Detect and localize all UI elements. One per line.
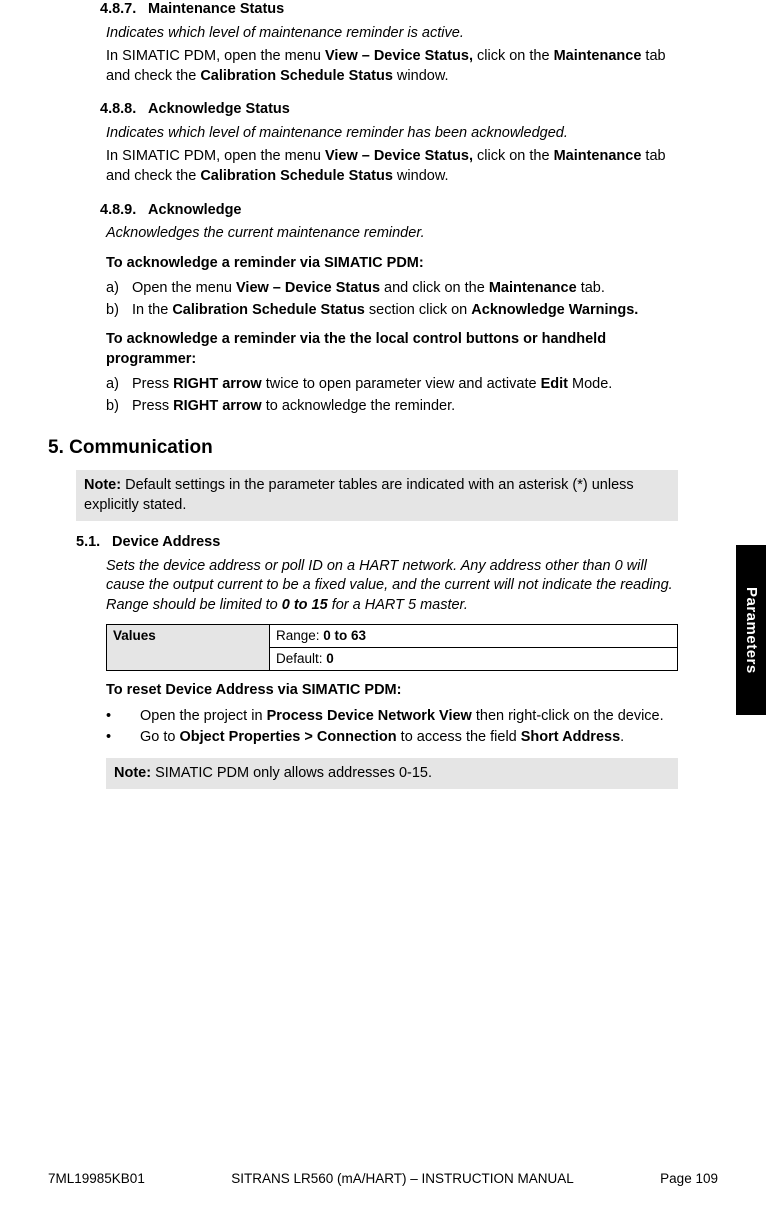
list-item: •Open the project in Process Device Netw… (106, 707, 678, 727)
values-header: Values (107, 624, 270, 670)
section-number: 5.1. (76, 533, 108, 553)
section-description: Indicates which level of maintenance rem… (106, 24, 678, 44)
footer-doc-title: SITRANS LR560 (mA/HART) – INSTRUCTION MA… (231, 1170, 574, 1188)
note-label: Note: (114, 765, 151, 781)
list-item: b)In the Calibration Schedule Status sec… (106, 301, 678, 321)
sub-heading-pdm: To acknowledge a reminder via SIMATIC PD… (106, 254, 678, 274)
values-table: Values Range: 0 to 63 Default: 0 (106, 624, 678, 671)
list-item: b)Press RIGHT arrow to acknowledge the r… (106, 397, 678, 417)
section-4-8-8: 4.8.8. Acknowledge Status (100, 100, 688, 120)
section-4-8-7: 4.8.7. Maintenance Status (100, 0, 688, 20)
sub-heading-reset: To reset Device Address via SIMATIC PDM: (106, 681, 688, 701)
side-tab-parameters: Parameters (736, 545, 766, 715)
footer-page-number: Page 109 (660, 1170, 718, 1188)
section-5-1: 5.1. Device Address Sets the device addr… (76, 533, 688, 789)
section-title: Maintenance Status (148, 1, 284, 17)
page-footer: 7ML19985KB01 SITRANS LR560 (mA/HART) – I… (48, 1170, 718, 1188)
section-description: Sets the device address or poll ID on a … (106, 557, 678, 616)
list-item: a)Press RIGHT arrow twice to open parame… (106, 375, 678, 395)
section-body: In SIMATIC PDM, open the menu View – Dev… (106, 147, 678, 186)
default-cell: Default: 0 (270, 647, 678, 670)
note-text: SIMATIC PDM only allows addresses 0-15. (151, 765, 432, 781)
section-title: Acknowledge (148, 202, 241, 218)
range-cell: Range: 0 to 63 (270, 624, 678, 647)
section-title: Acknowledge Status (148, 101, 290, 117)
sub-heading-local: To acknowledge a reminder via the the lo… (106, 330, 678, 369)
note-label: Note: (84, 477, 121, 493)
note-box: Note: Default settings in the parameter … (76, 470, 678, 521)
note-box: Note: SIMATIC PDM only allows addresses … (106, 758, 678, 790)
bullet-list: •Open the project in Process Device Netw… (106, 707, 678, 748)
list-item: •Go to Object Properties > Connection to… (106, 728, 678, 748)
ordered-list: a)Open the menu View – Device Status and… (106, 279, 678, 320)
section-title: Device Address (112, 534, 220, 550)
ordered-list: a)Press RIGHT arrow twice to open parame… (106, 375, 678, 416)
section-number: 4.8.9. (100, 201, 144, 221)
section-description: Acknowledges the current maintenance rem… (106, 224, 678, 244)
section-4-8-9: 4.8.9. Acknowledge (100, 201, 688, 221)
footer-doc-id: 7ML19985KB01 (48, 1170, 145, 1188)
note-text: Default settings in the parameter tables… (84, 477, 634, 513)
list-item: a)Open the menu View – Device Status and… (106, 279, 678, 299)
section-number: 4.8.8. (100, 100, 144, 120)
section-description: Indicates which level of maintenance rem… (106, 124, 678, 144)
section-number: 4.8.7. (100, 0, 144, 20)
heading-communication: 5. Communication (48, 435, 688, 461)
section-body: In SIMATIC PDM, open the menu View – Dev… (106, 47, 678, 86)
